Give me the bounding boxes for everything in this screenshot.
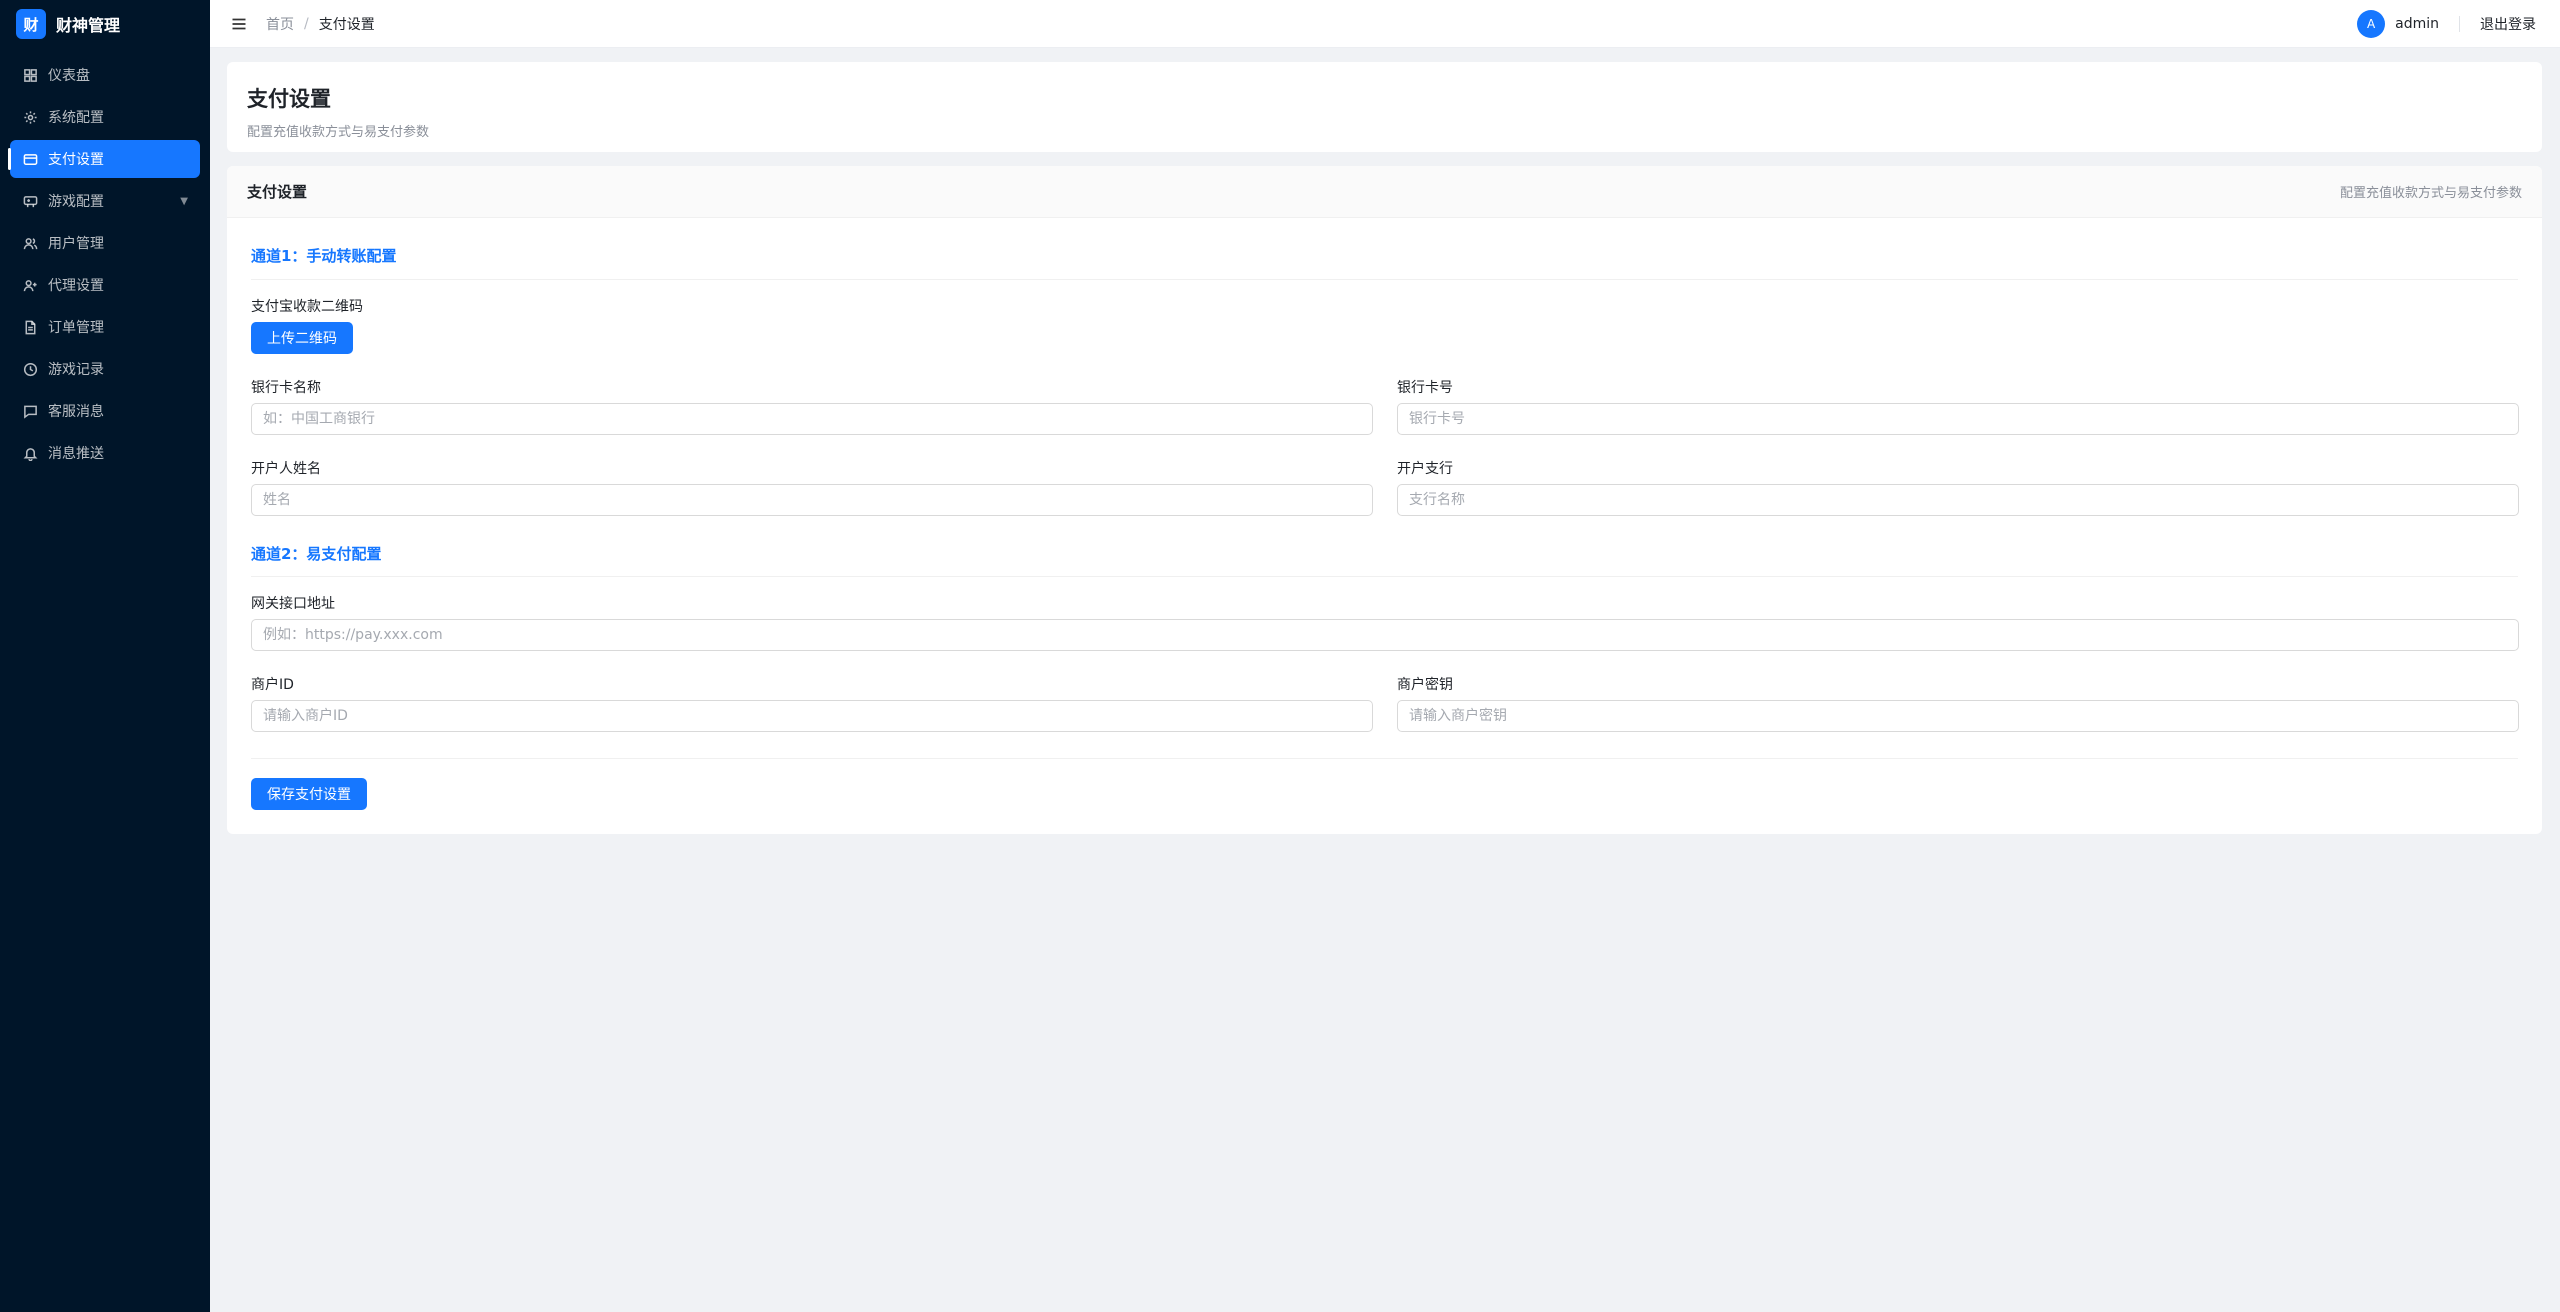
chevron-down-icon: ▼ <box>180 195 188 207</box>
card-header: 支付设置 配置充值收款方式与易支付参数 <box>227 166 2542 218</box>
sidebar-item-label: 仪表盘 <box>48 68 90 84</box>
sidebar-item-user-management[interactable]: 用户管理 <box>10 224 200 262</box>
merchant-key-label: 商户密钥 <box>1397 677 1453 693</box>
brand-logo: 财 <box>16 9 46 39</box>
hamburger-icon <box>232 18 246 29</box>
brand: 财 财神管理 <box>0 0 210 48</box>
bank-name-label: 银行卡名称 <box>251 380 321 396</box>
sidebar: 财 财神管理 仪表盘 系统配置 支付设置 游戏配置 ▼ 用户管理 代理设置 订单… <box>0 0 210 1312</box>
sidebar-item-agent-settings[interactable]: 代理设置 <box>10 266 200 304</box>
gateway-label: 网关接口地址 <box>251 596 335 612</box>
sidebar-item-label: 游戏记录 <box>48 362 104 378</box>
breadcrumb: 首页 / 支付设置 <box>266 14 375 34</box>
card-body: 通道1：手动转账配置 支付宝收款二维码 上传二维码 银行卡名称 银行卡号 开户人… <box>227 218 2542 834</box>
sidebar-item-label: 代理设置 <box>48 278 104 294</box>
sidebar-item-payment-settings[interactable]: 支付设置 <box>8 140 200 178</box>
branch-label: 开户支行 <box>1397 461 1453 477</box>
sidebar-item-game-config[interactable]: 游戏配置 ▼ <box>10 182 200 220</box>
page-title: 支付设置 <box>247 87 331 111</box>
sidebar-item-support-messages[interactable]: 客服消息 <box>10 392 200 430</box>
sidebar-item-label: 系统配置 <box>48 110 104 126</box>
merchant-id-input[interactable] <box>251 700 1373 732</box>
sidebar-item-label: 用户管理 <box>48 236 104 252</box>
card-title: 支付设置 <box>247 183 308 201</box>
bank-card-input[interactable] <box>1397 403 2519 435</box>
channel1-divider <box>251 279 2518 280</box>
sidebar-item-system-config[interactable]: 系统配置 <box>10 98 200 136</box>
payment-settings-card: 支付设置 配置充值收款方式与易支付参数 通道1：手动转账配置 支付宝收款二维码 … <box>227 166 2542 834</box>
logout-button[interactable]: 退出登录 <box>2480 14 2536 34</box>
page-header-card: 支付设置 配置充值收款方式与易支付参数 <box>227 62 2542 152</box>
merchant-id-label: 商户ID <box>251 677 294 693</box>
merchant-key-input[interactable] <box>1397 700 2519 732</box>
sidebar-item-push-notifications[interactable]: 消息推送 <box>10 434 200 472</box>
bank-card-label: 银行卡号 <box>1397 380 1453 396</box>
sidebar-item-dashboard[interactable]: 仪表盘 <box>10 56 200 94</box>
branch-input[interactable] <box>1397 484 2519 516</box>
menu-toggle-button[interactable] <box>230 15 248 33</box>
holder-name-label: 开户人姓名 <box>251 461 321 477</box>
message-icon <box>22 403 38 419</box>
page-subtitle: 配置充值收款方式与易支付参数 <box>247 125 430 140</box>
sidebar-menu: 仪表盘 系统配置 支付设置 游戏配置 ▼ 用户管理 代理设置 订单管理 游戏记录… <box>0 56 210 472</box>
top-header: 首页 / 支付设置 A admin 退出登录 <box>210 0 2560 48</box>
upload-qr-button[interactable]: 上传二维码 <box>251 322 353 354</box>
save-payment-settings-button[interactable]: 保存支付设置 <box>251 778 367 810</box>
footer-divider <box>251 758 2518 759</box>
sidebar-item-label: 订单管理 <box>48 320 104 336</box>
sidebar-item-label: 客服消息 <box>48 404 104 420</box>
bell-icon <box>22 445 38 461</box>
document-icon <box>22 319 38 335</box>
channel2-title: 通道2：易支付配置 <box>251 545 382 563</box>
channel2-divider <box>251 576 2518 577</box>
card-extra: 配置充值收款方式与易支付参数 <box>2339 186 2522 201</box>
alipay-qr-label: 支付宝收款二维码 <box>251 299 363 315</box>
channel1-title: 通道1：手动转账配置 <box>251 247 397 265</box>
header-divider <box>2459 16 2460 32</box>
sidebar-item-game-records[interactable]: 游戏记录 <box>10 350 200 388</box>
breadcrumb-home[interactable]: 首页 <box>266 14 294 34</box>
brand-name: 财神管理 <box>56 16 121 35</box>
sidebar-item-label: 消息推送 <box>48 446 104 462</box>
gear-icon <box>22 109 38 125</box>
username[interactable]: admin <box>2395 16 2439 32</box>
sidebar-item-label: 支付设置 <box>48 152 104 168</box>
holder-name-input[interactable] <box>251 484 1373 516</box>
clock-icon <box>22 361 38 377</box>
sidebar-item-order-management[interactable]: 订单管理 <box>10 308 200 346</box>
gateway-input[interactable] <box>251 619 2519 651</box>
game-icon <box>22 193 38 209</box>
users-icon <box>22 235 38 251</box>
user-add-icon <box>22 277 38 293</box>
credit-card-icon <box>22 151 38 167</box>
sidebar-item-label: 游戏配置 <box>48 194 104 210</box>
dashboard-icon <box>22 67 38 83</box>
header-user-area: A admin 退出登录 <box>2357 0 2536 48</box>
bank-name-input[interactable] <box>251 403 1373 435</box>
breadcrumb-separator: / <box>304 15 309 32</box>
breadcrumb-current: 支付设置 <box>318 16 375 33</box>
avatar[interactable]: A <box>2357 10 2386 38</box>
